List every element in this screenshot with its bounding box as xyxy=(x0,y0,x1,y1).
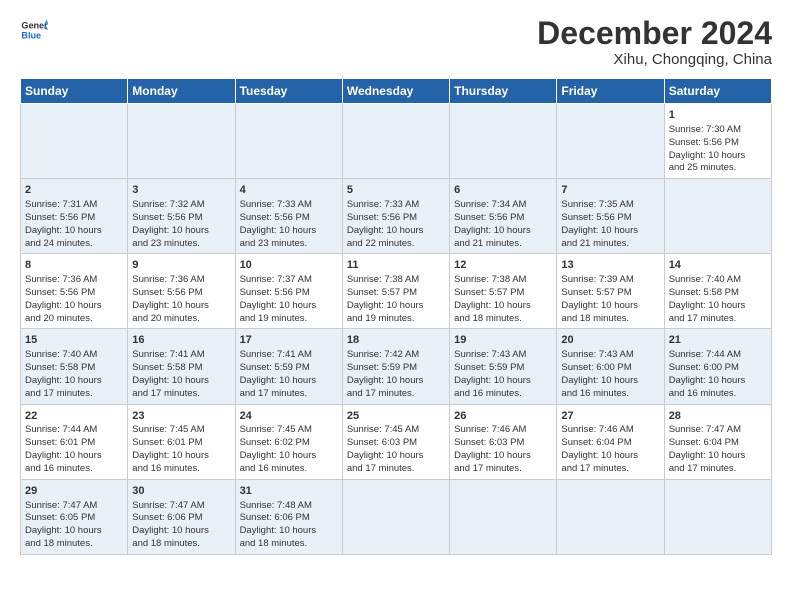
col-monday: Monday xyxy=(128,79,235,104)
col-saturday: Saturday xyxy=(664,79,771,104)
table-row xyxy=(450,479,557,554)
col-sunday: Sunday xyxy=(21,79,128,104)
col-wednesday: Wednesday xyxy=(342,79,449,104)
table-row: 1Sunrise: 7:30 AMSunset: 5:56 PMDaylight… xyxy=(664,104,771,179)
svg-text:General: General xyxy=(21,21,48,31)
table-row: 28Sunrise: 7:47 AMSunset: 6:04 PMDayligh… xyxy=(664,404,771,479)
svg-text:Blue: Blue xyxy=(21,30,41,40)
col-friday: Friday xyxy=(557,79,664,104)
table-row xyxy=(235,104,342,179)
table-row: 17Sunrise: 7:41 AMSunset: 5:59 PMDayligh… xyxy=(235,329,342,404)
table-row xyxy=(664,179,771,254)
table-row: 19Sunrise: 7:43 AMSunset: 5:59 PMDayligh… xyxy=(450,329,557,404)
col-thursday: Thursday xyxy=(450,79,557,104)
table-row: 23Sunrise: 7:45 AMSunset: 6:01 PMDayligh… xyxy=(128,404,235,479)
table-row: 25Sunrise: 7:45 AMSunset: 6:03 PMDayligh… xyxy=(342,404,449,479)
table-row: 12Sunrise: 7:38 AMSunset: 5:57 PMDayligh… xyxy=(450,254,557,329)
title-block: December 2024 Xihu, Chongqing, China xyxy=(537,16,772,68)
table-row: 30Sunrise: 7:47 AMSunset: 6:06 PMDayligh… xyxy=(128,479,235,554)
table-row: 2Sunrise: 7:31 AMSunset: 5:56 PMDaylight… xyxy=(21,179,128,254)
table-row: 6Sunrise: 7:34 AMSunset: 5:56 PMDaylight… xyxy=(450,179,557,254)
table-row: 5Sunrise: 7:33 AMSunset: 5:56 PMDaylight… xyxy=(342,179,449,254)
table-row: 13Sunrise: 7:39 AMSunset: 5:57 PMDayligh… xyxy=(557,254,664,329)
table-row: 26Sunrise: 7:46 AMSunset: 6:03 PMDayligh… xyxy=(450,404,557,479)
table-row: 31Sunrise: 7:48 AMSunset: 6:06 PMDayligh… xyxy=(235,479,342,554)
table-row xyxy=(664,479,771,554)
logo: General Blue xyxy=(20,16,48,44)
table-row: 21Sunrise: 7:44 AMSunset: 6:00 PMDayligh… xyxy=(664,329,771,404)
logo-icon: General Blue xyxy=(20,16,48,44)
table-row xyxy=(557,479,664,554)
subtitle: Xihu, Chongqing, China xyxy=(537,51,772,68)
table-row: 22Sunrise: 7:44 AMSunset: 6:01 PMDayligh… xyxy=(21,404,128,479)
table-row: 3Sunrise: 7:32 AMSunset: 5:56 PMDaylight… xyxy=(128,179,235,254)
table-row: 10Sunrise: 7:37 AMSunset: 5:56 PMDayligh… xyxy=(235,254,342,329)
table-row xyxy=(21,104,128,179)
table-row: 14Sunrise: 7:40 AMSunset: 5:58 PMDayligh… xyxy=(664,254,771,329)
table-row: 15Sunrise: 7:40 AMSunset: 5:58 PMDayligh… xyxy=(21,329,128,404)
table-row xyxy=(557,104,664,179)
table-row xyxy=(450,104,557,179)
header: General Blue December 2024 Xihu, Chongqi… xyxy=(20,16,772,68)
calendar-page: General Blue December 2024 Xihu, Chongqi… xyxy=(0,0,792,612)
col-tuesday: Tuesday xyxy=(235,79,342,104)
calendar-table: Sunday Monday Tuesday Wednesday Thursday… xyxy=(20,78,772,555)
table-row xyxy=(342,479,449,554)
table-row: 8Sunrise: 7:36 AMSunset: 5:56 PMDaylight… xyxy=(21,254,128,329)
table-row: 20Sunrise: 7:43 AMSunset: 6:00 PMDayligh… xyxy=(557,329,664,404)
table-row: 24Sunrise: 7:45 AMSunset: 6:02 PMDayligh… xyxy=(235,404,342,479)
table-row: 11Sunrise: 7:38 AMSunset: 5:57 PMDayligh… xyxy=(342,254,449,329)
table-row: 29Sunrise: 7:47 AMSunset: 6:05 PMDayligh… xyxy=(21,479,128,554)
table-row xyxy=(128,104,235,179)
table-row: 7Sunrise: 7:35 AMSunset: 5:56 PMDaylight… xyxy=(557,179,664,254)
table-row xyxy=(342,104,449,179)
table-row: 18Sunrise: 7:42 AMSunset: 5:59 PMDayligh… xyxy=(342,329,449,404)
table-row: 4Sunrise: 7:33 AMSunset: 5:56 PMDaylight… xyxy=(235,179,342,254)
main-title: December 2024 xyxy=(537,16,772,51)
header-row: Sunday Monday Tuesday Wednesday Thursday… xyxy=(21,79,772,104)
table-row: 9Sunrise: 7:36 AMSunset: 5:56 PMDaylight… xyxy=(128,254,235,329)
table-row: 16Sunrise: 7:41 AMSunset: 5:58 PMDayligh… xyxy=(128,329,235,404)
table-row: 27Sunrise: 7:46 AMSunset: 6:04 PMDayligh… xyxy=(557,404,664,479)
